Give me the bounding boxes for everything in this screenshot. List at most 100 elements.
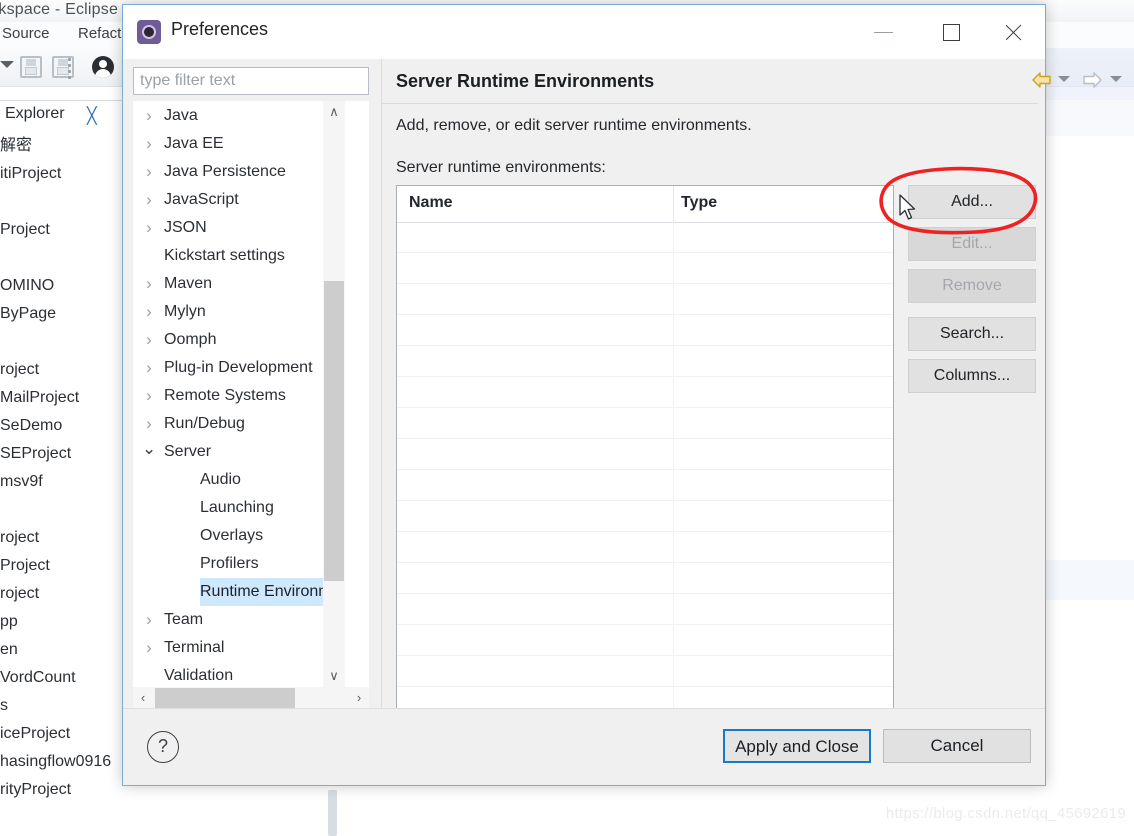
scroll-thumb[interactable] [324,281,344,581]
bg-project-item[interactable]: 解密 [0,132,130,160]
bg-project-item[interactable]: roject [0,356,130,384]
back-dropdown-icon[interactable] [1058,76,1070,82]
row-column-separator [673,501,674,531]
bg-project-item[interactable]: pp [0,608,130,636]
column-header-name[interactable]: Name [409,194,453,212]
column-separator [673,186,674,222]
cancel-button[interactable]: Cancel [883,729,1031,763]
bg-project-item[interactable]: Project [0,216,130,244]
columns-button[interactable]: Columns... [908,359,1036,393]
bg-project-item[interactable] [0,188,130,216]
chevron-down-icon[interactable]: ⌄ [142,438,156,460]
chevron-right-icon[interactable]: › [142,214,156,242]
apply-and-close-button[interactable]: Apply and Close [723,729,871,763]
chevron-right-icon[interactable]: › [142,326,156,354]
chevron-right-icon[interactable]: › [142,634,156,662]
explorer-tab[interactable]: Explorer ╳ [0,100,128,131]
table-row[interactable] [397,315,893,346]
bg-project-item[interactable]: MailProject [0,384,130,412]
search-input[interactable] [134,68,368,94]
dropdown-caret-icon[interactable] [0,61,14,68]
bg-project-item[interactable]: roject [0,580,130,608]
bg-project-item[interactable]: itiProject [0,160,130,188]
bg-project-item[interactable]: OMINO [0,272,130,300]
bg-project-item[interactable] [0,244,130,272]
chevron-right-icon[interactable]: › [142,102,156,130]
row-column-separator [673,222,674,252]
bg-project-item[interactable]: s [0,692,130,720]
bg-project-item[interactable]: VordCount [0,664,130,692]
tree-horizontal-scrollbar[interactable]: ‹ › [133,687,369,709]
scroll-down-icon[interactable]: ∨ [323,665,345,687]
table-row[interactable] [397,377,893,408]
chevron-right-icon[interactable]: › [142,354,156,382]
table-row[interactable] [397,222,893,253]
chevron-right-icon[interactable]: › [142,270,156,298]
tree-item-label: JSON [164,219,207,236]
table-row[interactable] [397,625,893,656]
watermark: https://blog.csdn.net/qq_45692619 [885,805,1126,822]
eclipse-project-explorer-list[interactable]: 解密 itiProject Project OMINO ByPage roject M… [0,132,130,804]
table-row[interactable] [397,656,893,687]
back-arrow-icon[interactable] [1030,70,1054,90]
tree-item-label: Runtime Environm [200,578,335,606]
chevron-right-icon[interactable]: › [142,130,156,158]
tree-vertical-scrollbar[interactable]: ∧ ∨ [323,101,345,687]
row-column-separator [673,470,674,500]
bg-band-2 [1046,100,1134,136]
table-row[interactable] [397,284,893,315]
table-row[interactable] [397,594,893,625]
scroll-up-icon[interactable]: ∧ [323,101,345,123]
bg-project-item[interactable] [0,496,130,524]
bg-project-item[interactable]: iceProject [0,720,130,748]
table-row[interactable] [397,532,893,563]
tree-item-label: Remote Systems [164,387,286,404]
forward-dropdown-icon[interactable] [1110,76,1122,82]
overflow-dots-icon[interactable] [68,58,71,79]
hscroll-thumb[interactable] [155,688,295,708]
tree-item-label: Audio [200,471,241,488]
row-column-separator [673,315,674,345]
chevron-right-icon[interactable]: › [142,158,156,186]
table-label: Server runtime environments: [396,159,606,176]
bg-project-item[interactable]: hasingflow0916 [0,748,130,776]
minimize-button[interactable] [861,15,907,49]
table-row[interactable] [397,408,893,439]
scroll-left-icon[interactable]: ‹ [133,687,153,709]
close-button[interactable] [991,15,1037,49]
column-header-type[interactable]: Type [681,194,717,212]
table-body[interactable] [397,222,893,724]
bg-project-item[interactable]: en [0,636,130,664]
bg-project-item[interactable]: ByPage [0,300,130,328]
person-icon[interactable] [92,56,114,78]
bg-project-item[interactable]: Project [0,552,130,580]
chevron-right-icon[interactable]: › [142,606,156,634]
help-button[interactable]: ? [147,731,179,763]
search-button[interactable]: Search... [908,317,1036,351]
add-button[interactable]: Add... [908,185,1036,219]
table-row[interactable] [397,501,893,532]
table-row[interactable] [397,253,893,284]
chevron-right-icon[interactable]: › [142,382,156,410]
table-row[interactable] [397,563,893,594]
chevron-right-icon[interactable]: › [142,186,156,214]
page-header: Server Runtime Environments [382,59,1122,104]
bg-project-item[interactable]: roject [0,524,130,552]
bg-project-item[interactable]: SEProject [0,440,130,468]
filter-box[interactable] [133,67,369,95]
bg-project-item[interactable]: msv9f [0,468,130,496]
save-icon[interactable] [20,56,42,78]
menu-source[interactable]: Source [2,25,50,42]
table-row[interactable] [397,439,893,470]
close-icon[interactable]: ╳ [87,106,97,126]
runtime-environments-table[interactable]: Name Type [396,185,894,725]
bg-project-item[interactable]: rityProject [0,776,130,804]
chevron-right-icon[interactable]: › [142,298,156,326]
bg-project-item[interactable] [0,328,130,356]
scroll-right-icon[interactable]: › [349,687,369,709]
bg-project-item[interactable]: SeDemo [0,412,130,440]
maximize-button[interactable] [929,15,975,49]
table-row[interactable] [397,346,893,377]
table-row[interactable] [397,470,893,501]
chevron-right-icon[interactable]: › [142,410,156,438]
